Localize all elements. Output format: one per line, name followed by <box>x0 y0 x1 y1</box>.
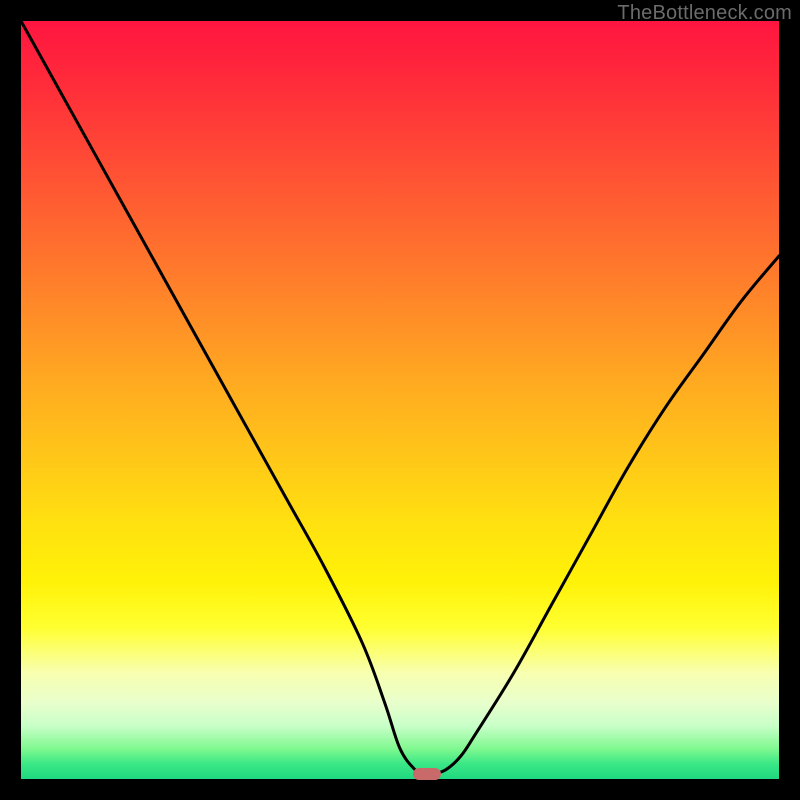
bottleneck-curve <box>21 21 779 779</box>
chart-frame <box>21 21 779 779</box>
optimal-point-marker <box>413 768 441 780</box>
